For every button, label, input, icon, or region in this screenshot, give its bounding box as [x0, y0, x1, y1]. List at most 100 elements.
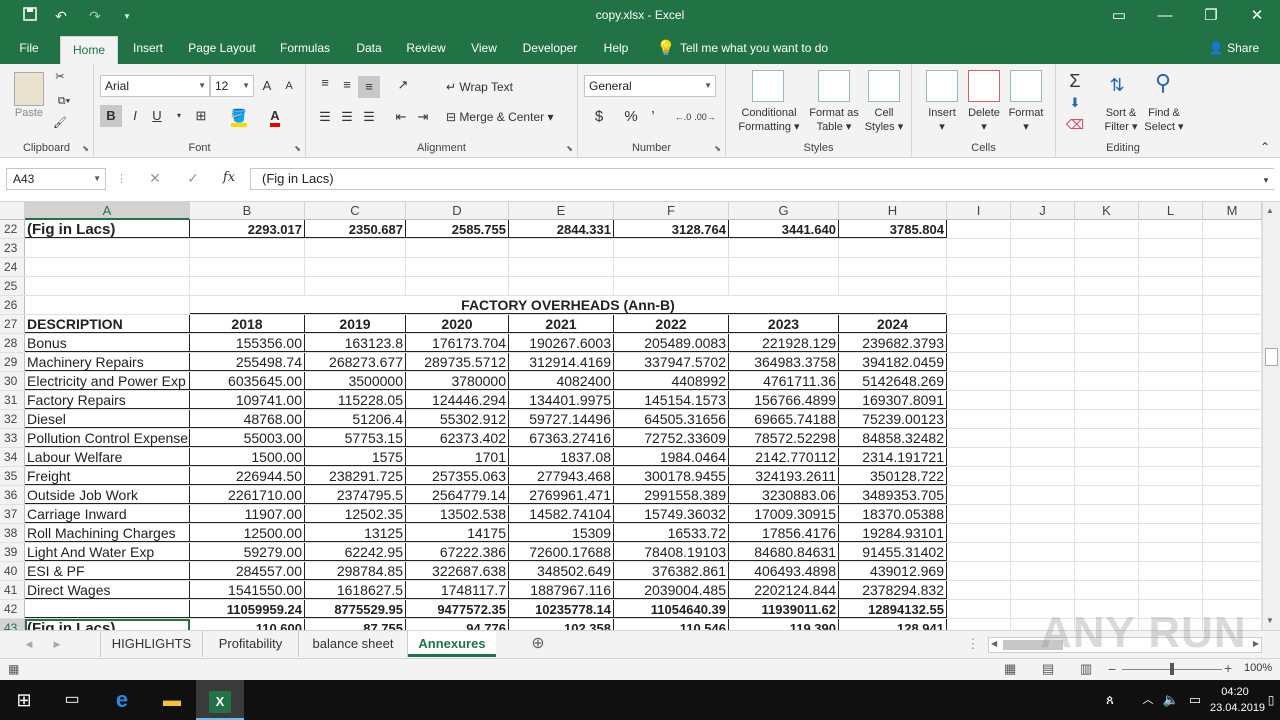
cell[interactable]: 348502.649: [509, 562, 614, 580]
clock[interactable]: 04:20 23.04.2019: [1210, 684, 1265, 716]
description-cell[interactable]: (Fig in Lacs): [25, 220, 190, 238]
cell[interactable]: [1203, 258, 1262, 276]
description-cell[interactable]: DESCRIPTION: [25, 315, 190, 333]
cell[interactable]: 163123.8: [305, 334, 406, 352]
cell[interactable]: 4761711.36: [729, 372, 839, 390]
cell[interactable]: 55302.912: [406, 410, 509, 428]
zoom-in-icon[interactable]: +: [1224, 660, 1232, 676]
cell[interactable]: 12500.00: [190, 524, 305, 542]
cell[interactable]: 55003.00: [190, 429, 305, 447]
cell[interactable]: [509, 258, 614, 276]
description-cell[interactable]: [25, 600, 190, 618]
row-header[interactable]: 34: [0, 448, 25, 466]
cell[interactable]: [947, 581, 1011, 599]
cell[interactable]: [614, 258, 729, 276]
zoom-out-icon[interactable]: −: [1108, 661, 1116, 677]
row-header[interactable]: 37: [0, 505, 25, 523]
cell[interactable]: 94.776: [406, 619, 509, 630]
cell[interactable]: 6035645.00: [190, 372, 305, 390]
vertical-scrollbar[interactable]: ▲ ▼: [1262, 202, 1280, 630]
cell[interactable]: [1139, 353, 1203, 371]
cell[interactable]: 2350.687: [305, 220, 406, 238]
cell[interactable]: 8775529.95: [305, 600, 406, 618]
description-cell[interactable]: Roll Machining Charges: [25, 524, 190, 542]
clipboard-launcher-icon[interactable]: ⬊: [82, 144, 89, 153]
cell[interactable]: [729, 277, 839, 295]
description-cell[interactable]: Machinery Repairs: [25, 353, 190, 371]
cell[interactable]: [1139, 391, 1203, 409]
normal-view-icon[interactable]: ▦: [1004, 661, 1016, 677]
scroll-down-icon[interactable]: ▼: [1266, 616, 1274, 625]
cell[interactable]: [947, 505, 1011, 523]
format-cells-button[interactable]: Format ▾: [1002, 106, 1050, 134]
number-format-select[interactable]: General ▼: [584, 75, 716, 97]
merge-center-button[interactable]: ⊟ Merge & Center ▾: [446, 110, 572, 124]
cell[interactable]: [947, 315, 1011, 333]
cell[interactable]: [406, 239, 509, 257]
cell[interactable]: [1139, 524, 1203, 542]
copy-icon[interactable]: ⧉▾: [50, 94, 78, 108]
cell[interactable]: [1011, 353, 1075, 371]
align-bottom-icon[interactable]: ≡: [358, 76, 380, 98]
cell[interactable]: [1011, 467, 1075, 485]
cell[interactable]: 14175: [406, 524, 509, 542]
cell[interactable]: [947, 239, 1011, 257]
cell[interactable]: 156766.4899: [729, 391, 839, 409]
tab-formulas[interactable]: Formulas: [274, 32, 336, 64]
cell[interactable]: [1075, 315, 1139, 333]
cell[interactable]: [406, 258, 509, 276]
column-header[interactable]: H: [839, 202, 947, 220]
cell[interactable]: 119.390: [729, 619, 839, 630]
cell[interactable]: [1203, 581, 1262, 599]
grow-font-button[interactable]: A: [256, 75, 278, 97]
cell[interactable]: [190, 258, 305, 276]
cell[interactable]: [190, 239, 305, 257]
cell[interactable]: 67363.27416: [509, 429, 614, 447]
minimize-button[interactable]: —: [1142, 0, 1188, 32]
cell[interactable]: 11939011.62: [729, 600, 839, 618]
cell[interactable]: 190267.6003: [509, 334, 614, 352]
cell[interactable]: [1139, 581, 1203, 599]
decrease-decimal-icon[interactable]: .00→: [694, 106, 716, 128]
cell[interactable]: [1203, 220, 1262, 238]
restore-button[interactable]: ❐: [1188, 0, 1234, 32]
cell[interactable]: [839, 258, 947, 276]
formula-input[interactable]: (Fig in Lacs): [250, 168, 1274, 190]
align-right-icon[interactable]: ☰: [358, 106, 380, 128]
notifications-icon[interactable]: ▯: [1262, 680, 1280, 720]
cell[interactable]: [1203, 467, 1262, 485]
cell[interactable]: [1139, 448, 1203, 466]
cell[interactable]: 59727.14496: [509, 410, 614, 428]
cell[interactable]: 2261710.00: [190, 486, 305, 504]
cell[interactable]: [947, 258, 1011, 276]
cell[interactable]: [1011, 258, 1075, 276]
row-header[interactable]: 41: [0, 581, 25, 599]
cell[interactable]: 4408992: [614, 372, 729, 390]
row-header[interactable]: 38: [0, 524, 25, 542]
row-header[interactable]: 27: [0, 315, 25, 333]
cell[interactable]: 2374795.5: [305, 486, 406, 504]
borders-icon[interactable]: ⊞: [190, 105, 212, 127]
cell[interactable]: 62242.95: [305, 543, 406, 561]
cell[interactable]: [614, 239, 729, 257]
cell[interactable]: 2585.755: [406, 220, 509, 238]
tab-file[interactable]: File: [10, 32, 48, 64]
sort-filter-button[interactable]: Sort & Filter ▾: [1096, 106, 1146, 134]
description-cell[interactable]: Outside Job Work: [25, 486, 190, 504]
cell[interactable]: 2019: [305, 315, 406, 333]
description-cell[interactable]: Labour Welfare: [25, 448, 190, 466]
tab-page-layout[interactable]: Page Layout: [182, 32, 262, 64]
description-cell[interactable]: Carriage Inward: [25, 505, 190, 523]
cell[interactable]: 16533.72: [614, 524, 729, 542]
cell[interactable]: 91455.31402: [839, 543, 947, 561]
close-button[interactable]: ✕: [1234, 0, 1280, 32]
cell[interactable]: 10235778.14: [509, 600, 614, 618]
cell[interactable]: 239682.3793: [839, 334, 947, 352]
column-header[interactable]: L: [1139, 202, 1203, 220]
align-center-icon[interactable]: ☰: [336, 106, 358, 128]
cell[interactable]: 110.546: [614, 619, 729, 630]
cell[interactable]: [1203, 334, 1262, 352]
cell[interactable]: [1139, 334, 1203, 352]
cell[interactable]: [1011, 315, 1075, 333]
cell[interactable]: 3780000: [406, 372, 509, 390]
